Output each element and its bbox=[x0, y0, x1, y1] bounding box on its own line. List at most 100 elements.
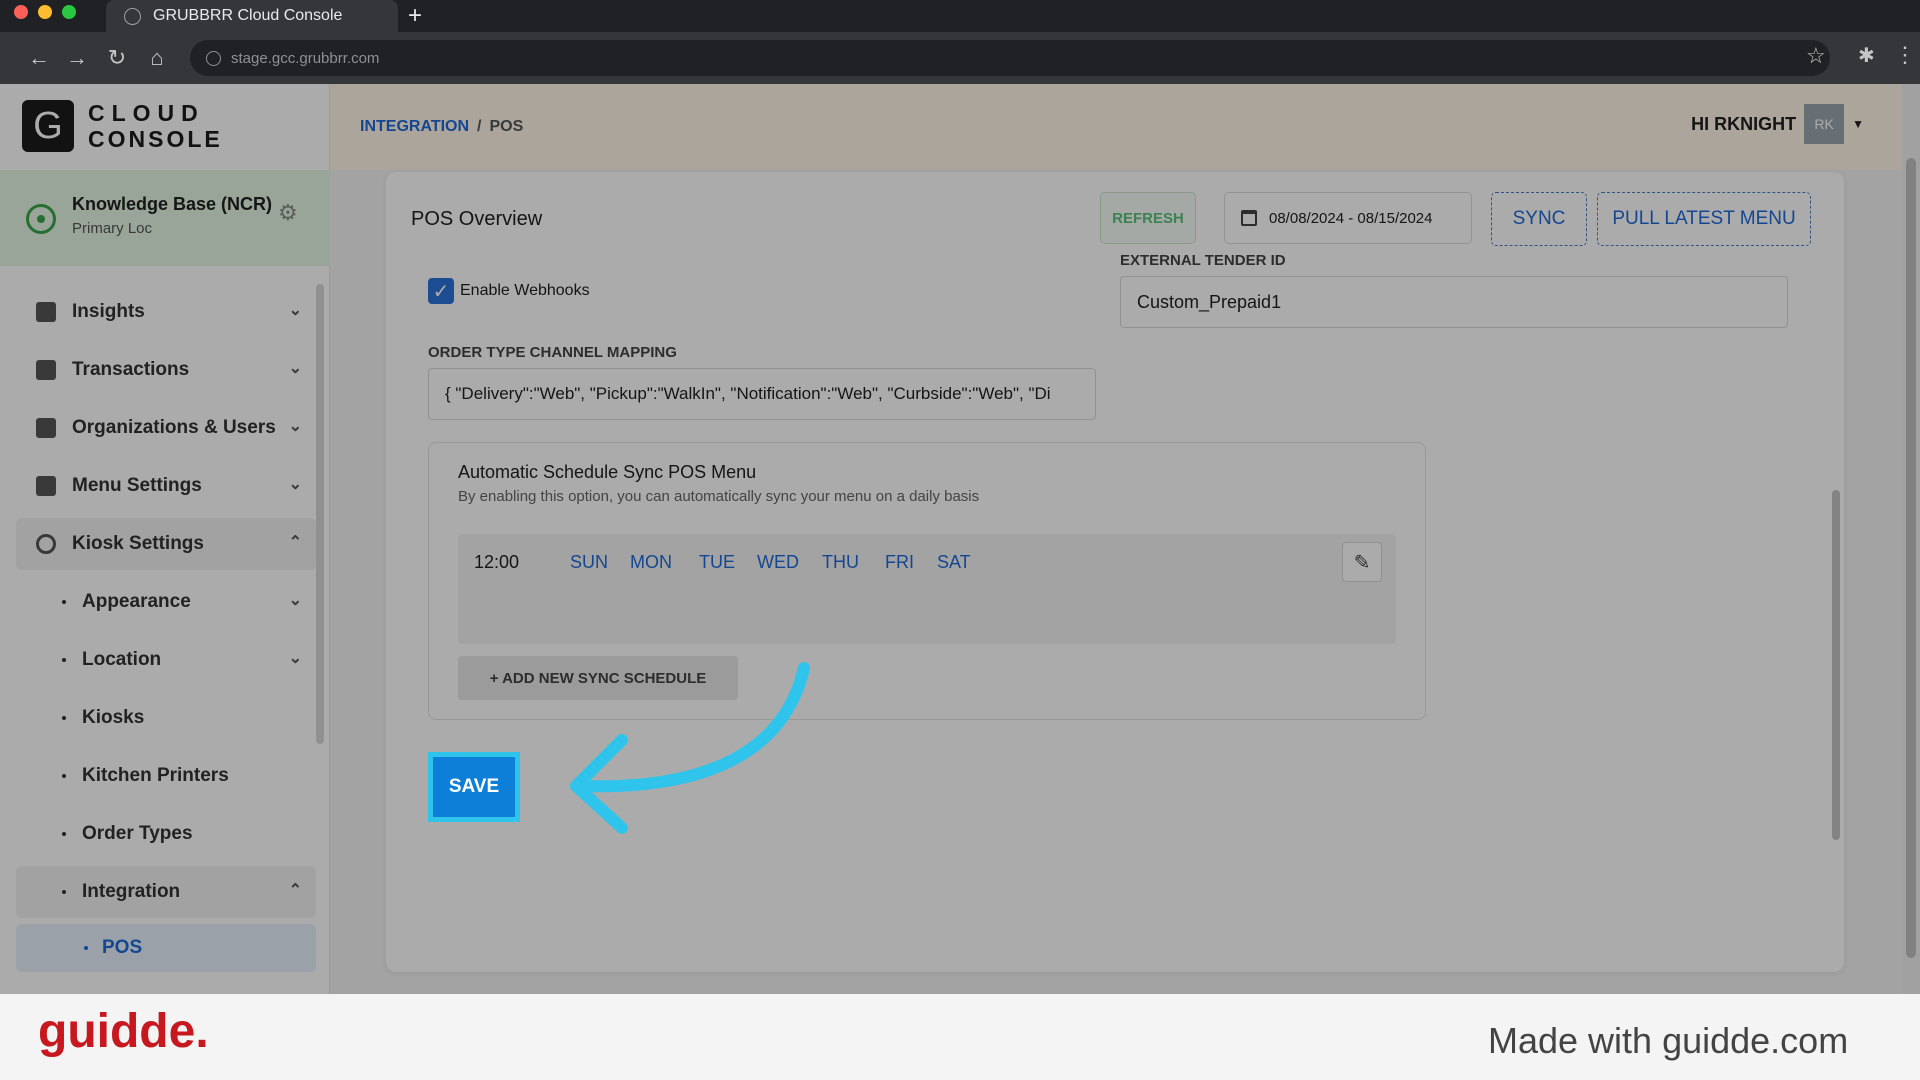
day-wed[interactable]: WED bbox=[757, 552, 799, 573]
breadcrumb-separator: / bbox=[477, 118, 482, 135]
sidebar-subitem-order-types[interactable]: Order Types bbox=[16, 808, 316, 860]
date-range-picker[interactable]: 08/08/2024 - 08/15/2024 bbox=[1224, 192, 1472, 244]
day-sun[interactable]: SUN bbox=[570, 552, 608, 573]
gear-icon bbox=[36, 534, 56, 554]
browser-menu-icon[interactable]: ⋮ bbox=[1894, 42, 1916, 68]
address-bar[interactable]: stage.gcc.grubbrr.com bbox=[190, 40, 1830, 76]
sidebar-subitem-label: Location bbox=[82, 649, 162, 670]
guide-arrow-icon bbox=[570, 662, 810, 834]
page-header: INTEGRATION / POS HI RKNIGHT RK ▼ bbox=[330, 84, 1920, 170]
url-text: stage.gcc.grubbrr.com bbox=[231, 49, 380, 67]
user-menu[interactable]: HI RKNIGHT RK ▼ bbox=[1691, 104, 1864, 144]
sidebar-subitem-appearance[interactable]: Appearance ⌄ bbox=[16, 576, 316, 628]
sidebar-scrollbar[interactable] bbox=[316, 284, 324, 744]
bullet-icon bbox=[62, 658, 66, 662]
chevron-down-icon: ⌄ bbox=[288, 360, 302, 377]
sync-schedule-title: Automatic Schedule Sync POS Menu bbox=[458, 462, 757, 482]
chevron-up-icon: ⌃ bbox=[288, 882, 302, 899]
day-mon[interactable]: MON bbox=[630, 552, 672, 573]
reload-icon[interactable]: ↻ bbox=[104, 45, 130, 71]
pencil-icon: ✎ bbox=[1353, 551, 1371, 574]
avatar[interactable]: RK bbox=[1804, 104, 1845, 144]
bullet-icon bbox=[62, 832, 66, 836]
home-icon[interactable]: ⌂ bbox=[144, 45, 170, 71]
back-icon[interactable]: ← bbox=[26, 45, 52, 71]
refresh-button[interactable]: REFRESH bbox=[1100, 192, 1196, 244]
sidebar-subitem-integration[interactable]: Integration ⌃ bbox=[16, 866, 316, 918]
schedule-time: 12:00 bbox=[474, 552, 520, 572]
external-tender-id-label: EXTERNAL TENDER ID bbox=[1120, 252, 1286, 269]
location-settings-icon[interactable]: ⚙ bbox=[278, 200, 298, 226]
sidebar-item-label: Menu Settings bbox=[72, 475, 202, 496]
edit-schedule-button[interactable]: ✎ bbox=[1342, 542, 1382, 582]
enable-webhooks-row: ✓ Enable Webhooks bbox=[428, 278, 590, 304]
browser-tab[interactable]: GRUBBRR Cloud Console bbox=[106, 0, 398, 32]
bullet-icon bbox=[62, 774, 66, 778]
globe-icon bbox=[124, 7, 141, 25]
sidebar-subitem-kitchen-printers[interactable]: Kitchen Printers bbox=[16, 750, 316, 802]
day-thu[interactable]: THU bbox=[822, 552, 859, 573]
order-type-channel-mapping-field[interactable]: { "Delivery":"Web", "Pickup":"WalkIn", "… bbox=[428, 368, 1096, 420]
calendar-icon bbox=[1241, 210, 1257, 226]
card-scrollbar[interactable] bbox=[1832, 490, 1840, 840]
bullet-icon bbox=[62, 716, 66, 720]
sidebar: G CLOUD CONSOLE Knowledge Base (NCR) Pri… bbox=[0, 84, 330, 994]
close-window-button[interactable] bbox=[14, 5, 28, 19]
sidebar-subitem-label: Appearance bbox=[82, 591, 191, 612]
location-pin-icon bbox=[26, 204, 56, 234]
site-info-icon[interactable] bbox=[206, 50, 221, 66]
user-greeting: HI RKNIGHT bbox=[1691, 113, 1797, 134]
sidebar-item-label: Insights bbox=[72, 301, 145, 322]
day-tue[interactable]: TUE bbox=[699, 552, 735, 573]
sidebar-nav: Insights ⌄ Transactions ⌄ Organizations … bbox=[16, 286, 316, 972]
save-button[interactable]: SAVE bbox=[428, 752, 520, 822]
bullet-icon bbox=[62, 890, 66, 894]
sidebar-item-menu-settings[interactable]: Menu Settings ⌄ bbox=[16, 460, 316, 512]
browser-toolbar: ← → ↻ ⌂ stage.gcc.grubbrr.com ☆ ✱ ⋮ bbox=[0, 32, 1920, 84]
sync-button[interactable]: SYNC bbox=[1491, 192, 1587, 246]
menu-book-icon bbox=[36, 476, 56, 496]
date-range-text: 08/08/2024 - 08/15/2024 bbox=[1269, 209, 1433, 227]
clipboard-icon bbox=[36, 302, 56, 322]
order-type-channel-mapping-label: ORDER TYPE CHANNEL MAPPING bbox=[428, 344, 677, 361]
chevron-down-icon: ⌄ bbox=[288, 302, 302, 319]
external-tender-id-field[interactable]: Custom_Prepaid1 bbox=[1120, 276, 1788, 328]
sidebar-item-organizations-users[interactable]: Organizations & Users ⌄ bbox=[16, 402, 316, 454]
sync-schedule-subtitle: By enabling this option, you can automat… bbox=[458, 488, 980, 505]
forward-icon[interactable]: → bbox=[64, 45, 90, 71]
sidebar-item-kiosk-settings[interactable]: Kiosk Settings ⌃ bbox=[16, 518, 316, 570]
sidebar-item-transactions[interactable]: Transactions ⌄ bbox=[16, 344, 316, 396]
minimize-window-button[interactable] bbox=[38, 5, 52, 19]
sidebar-subitem-kiosks[interactable]: Kiosks bbox=[16, 692, 316, 744]
sidebar-subitem-label: Integration bbox=[82, 881, 181, 902]
cloud-console-logo[interactable]: G CLOUD CONSOLE bbox=[22, 100, 223, 152]
enable-webhooks-checkbox[interactable]: ✓ bbox=[428, 278, 454, 304]
page-scrollbar[interactable] bbox=[1902, 84, 1920, 994]
location-switcher[interactable]: Knowledge Base (NCR) Primary Loc ⚙ bbox=[0, 170, 330, 266]
sidebar-item-label: Kiosk Settings bbox=[72, 533, 204, 554]
day-fri[interactable]: FRI bbox=[885, 552, 914, 573]
sidebar-item-label: Transactions bbox=[72, 359, 190, 380]
extensions-icon[interactable]: ✱ bbox=[1858, 43, 1875, 68]
chevron-down-icon: ⌄ bbox=[288, 418, 302, 435]
sidebar-subitem-label: Kiosks bbox=[82, 707, 145, 728]
new-tab-button[interactable]: + bbox=[408, 2, 422, 30]
maximize-window-button[interactable] bbox=[62, 5, 76, 19]
bookmark-star-icon[interactable]: ☆ bbox=[1806, 43, 1826, 69]
sidebar-subitem-location[interactable]: Location ⌄ bbox=[16, 634, 316, 686]
sidebar-item-insights[interactable]: Insights ⌄ bbox=[16, 286, 316, 338]
sidebar-subsubitem-pos[interactable]: POS bbox=[16, 924, 316, 972]
bullet-icon bbox=[84, 946, 88, 950]
made-with-text: Made with guidde.com bbox=[1488, 1020, 1849, 1061]
logo-mark: G bbox=[22, 100, 74, 152]
sidebar-subitem-label: Order Types bbox=[82, 823, 193, 844]
bullet-icon bbox=[62, 600, 66, 604]
breadcrumb-current: POS bbox=[489, 118, 524, 135]
day-sat[interactable]: SAT bbox=[937, 552, 971, 573]
caret-down-icon[interactable]: ▼ bbox=[1852, 117, 1864, 131]
breadcrumb: INTEGRATION / POS bbox=[360, 118, 523, 136]
page-scrollbar-thumb[interactable] bbox=[1906, 158, 1916, 958]
chevron-down-icon: ⌄ bbox=[288, 592, 302, 609]
breadcrumb-integration[interactable]: INTEGRATION bbox=[360, 118, 469, 135]
pull-latest-menu-button[interactable]: PULL LATEST MENU bbox=[1597, 192, 1811, 246]
